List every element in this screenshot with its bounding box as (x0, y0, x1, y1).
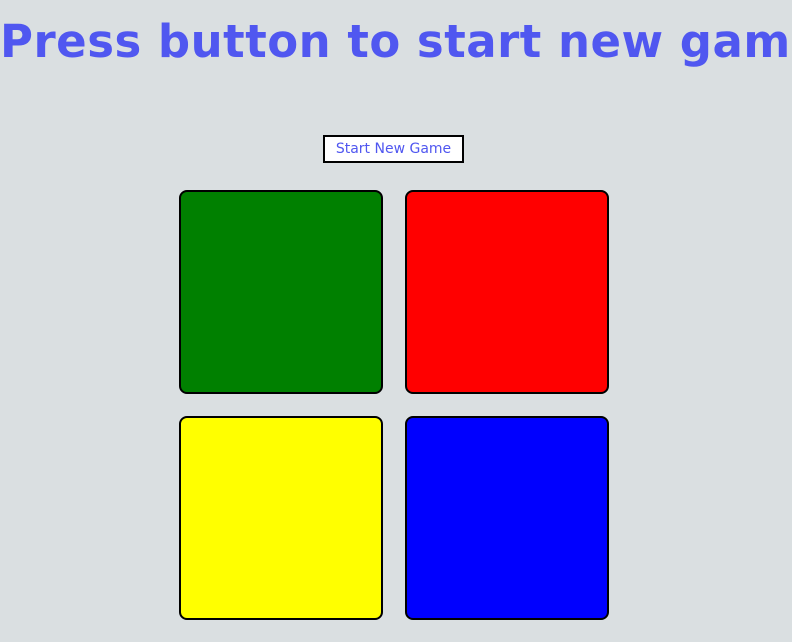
green-pad[interactable] (179, 190, 383, 394)
blue-pad[interactable] (405, 416, 609, 620)
start-new-game-button[interactable]: Start New Game (323, 135, 464, 163)
yellow-pad[interactable] (179, 416, 383, 620)
red-pad[interactable] (405, 190, 609, 394)
game-title: Press button to start new game (0, 15, 792, 68)
